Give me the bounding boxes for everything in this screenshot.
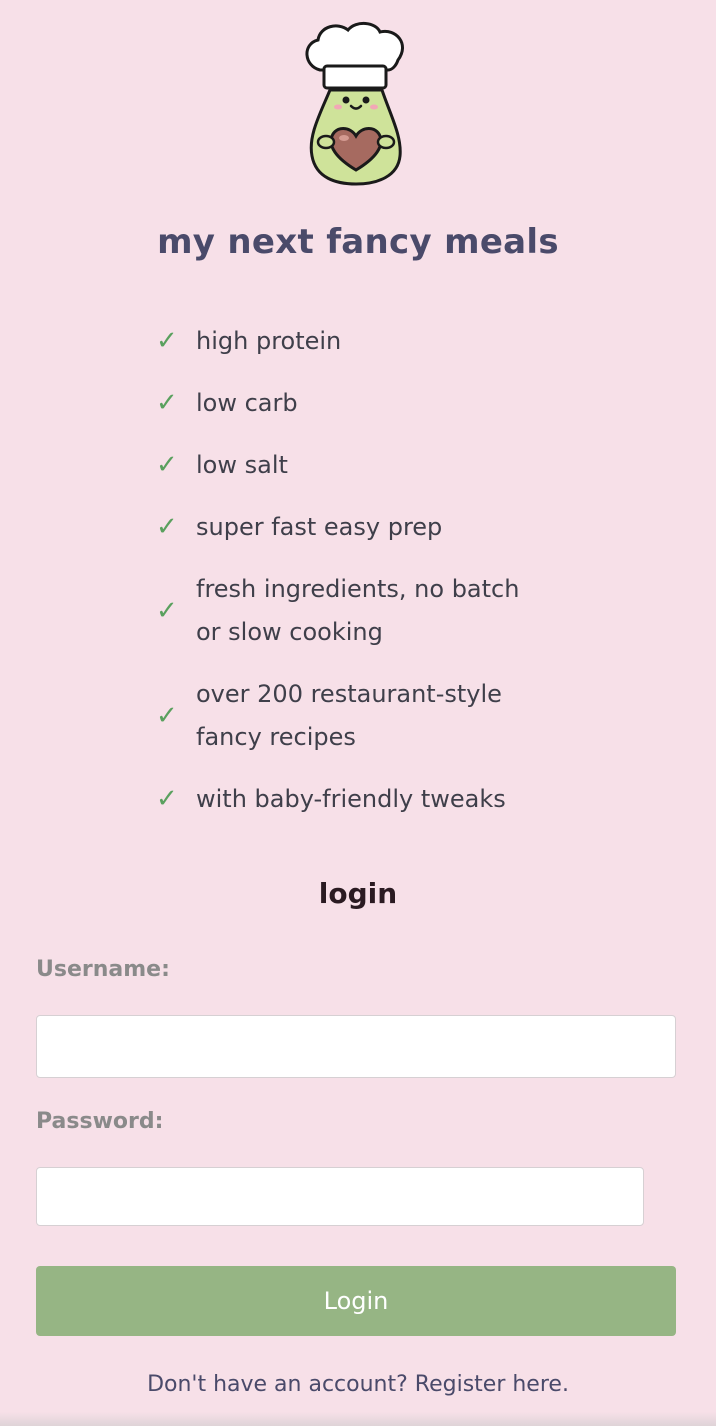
username-label: Username: xyxy=(36,957,170,982)
feature-item: ✓ super fast easy prep xyxy=(156,506,576,549)
feature-item: ✓ with baby-friendly tweaks xyxy=(156,778,576,821)
feature-text: fresh ingredients, no batch or slow cook… xyxy=(196,575,520,646)
check-icon: ✓ xyxy=(156,326,178,356)
feature-item: ✓ high protein xyxy=(156,320,576,363)
password-field[interactable] xyxy=(36,1167,644,1226)
feature-text: low carb xyxy=(196,389,298,417)
feature-item: ✓ fresh ingredients, no batch or slow co… xyxy=(156,568,576,654)
feature-item: ✓ low salt xyxy=(156,444,576,487)
register-prompt: Don't have an account? Register here. xyxy=(0,1372,716,1397)
password-label: Password: xyxy=(36,1109,164,1134)
check-icon: ✓ xyxy=(156,512,178,542)
check-icon: ✓ xyxy=(156,784,178,814)
feature-item: ✓ low carb xyxy=(156,382,576,425)
feature-text: over 200 restaurant-style fancy recipes xyxy=(196,680,502,751)
check-icon: ✓ xyxy=(156,388,178,418)
chef-avocado-icon xyxy=(305,22,404,186)
feature-text: with baby-friendly tweaks xyxy=(196,785,506,813)
login-button[interactable]: Login xyxy=(36,1266,676,1336)
login-heading: login xyxy=(318,877,398,910)
bottom-fade xyxy=(0,1412,716,1426)
feature-text: super fast easy prep xyxy=(196,513,443,541)
feature-text: high protein xyxy=(196,327,342,355)
feature-text: low salt xyxy=(196,451,288,479)
app-title: my next fancy meals xyxy=(157,222,559,262)
check-icon: ✓ xyxy=(156,450,178,480)
check-icon: ✓ xyxy=(156,700,178,731)
register-link[interactable]: Register here. xyxy=(415,1372,569,1397)
check-icon: ✓ xyxy=(156,595,178,626)
feature-item: ✓ over 200 restaurant-style fancy recipe… xyxy=(156,673,576,759)
register-prompt-text: Don't have an account? xyxy=(147,1372,408,1397)
feature-list: ✓ high protein ✓ low carb ✓ low salt ✓ s… xyxy=(156,320,576,840)
username-field[interactable] xyxy=(36,1015,676,1078)
